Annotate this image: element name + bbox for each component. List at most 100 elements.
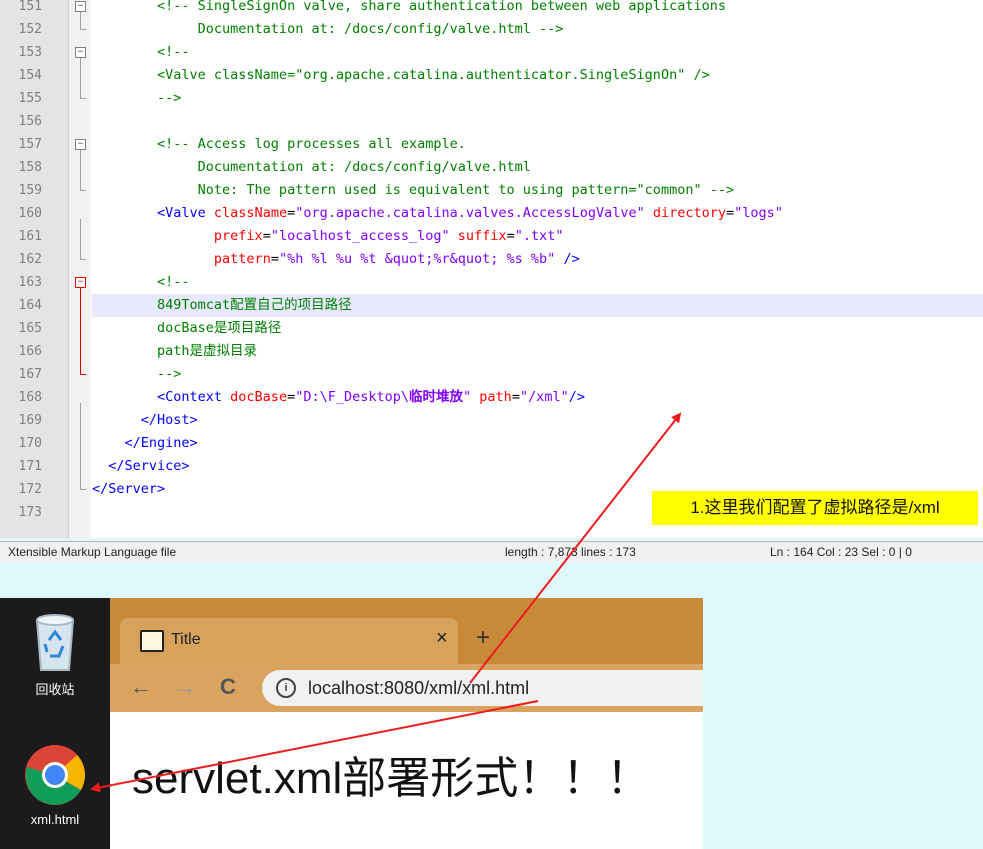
code-token: "localhost_access_log" (270, 228, 450, 244)
code-token: --> (92, 90, 182, 106)
code-token: </Service> (92, 458, 190, 474)
code-token: docBase是项目路径 (92, 320, 282, 336)
code-token: Documentation at: /docs/config/valve.htm… (92, 159, 531, 175)
line-number: 165 (18, 321, 42, 336)
code-token: <Valve (92, 205, 214, 221)
browser-tab[interactable]: Title × (120, 618, 458, 664)
editor-status-bar: Xtensible Markup Language file length : … (0, 541, 983, 562)
url-text[interactable]: localhost:8080/xml/xml.html (308, 678, 529, 699)
fold-end (80, 259, 86, 260)
tab-title: Title (171, 631, 201, 648)
code-token: "%h %l %u %t &quot;%r&quot; %s %b" (278, 251, 556, 267)
line-number: 173 (18, 505, 42, 520)
fold-toggle[interactable]: − (75, 139, 86, 150)
code-line[interactable]: docBase是项目路径 (92, 317, 983, 340)
fold-line (80, 219, 81, 259)
browser-window: Title × + ← → C i localhost:8080/xml/xml… (110, 598, 703, 849)
fold-toggle[interactable]: − (75, 1, 86, 12)
line-number: 161 (18, 229, 42, 244)
code-line[interactable]: <!-- (92, 41, 983, 64)
line-number: 163 (18, 275, 42, 290)
line-number: 154 (18, 68, 42, 83)
code-line[interactable]: <!-- (92, 271, 983, 294)
line-number: 152 (18, 22, 42, 37)
code-line[interactable]: </Service> (92, 455, 983, 478)
code-token: = (287, 389, 296, 405)
line-number: 156 (18, 114, 42, 129)
chrome-file-shortcut[interactable]: xml.html (0, 743, 110, 827)
code-token: <Valve className="org.apache.catalina.au… (92, 67, 710, 83)
code-token: <!-- SingleSignOn valve, share authentic… (92, 0, 726, 14)
code-line[interactable]: </Host> (92, 409, 983, 432)
line-number: 157 (18, 137, 42, 152)
line-number: 164 (18, 298, 42, 313)
status-length: length : 7,873 lines : 173 (505, 545, 636, 559)
code-editor[interactable]: 151 152 153 154 155 156 157 158 159 160 161 162 163 1… (0, 0, 983, 538)
code-line[interactable]: <Context docBase="D:\F_Desktop\临时堆放" pat… (92, 386, 983, 409)
annotation-note: 1.这里我们配置了虚拟路径是/xml (652, 491, 978, 525)
fold-end (80, 374, 86, 375)
fold-toggle[interactable]: − (75, 277, 86, 288)
code-token: <!-- (92, 44, 190, 60)
close-tab-button[interactable]: × (436, 627, 448, 650)
code-token: 849Tomcat配置自己的项目路径 (92, 297, 352, 313)
back-button[interactable]: ← (130, 674, 152, 700)
code-token: path (479, 389, 512, 405)
line-number: 168 (18, 390, 42, 405)
line-number: 167 (18, 367, 42, 382)
address-bar[interactable]: i localhost:8080/xml/xml.html (262, 670, 703, 706)
code-line[interactable]: --> (92, 87, 983, 110)
code-line[interactable]: Note: The pattern used is equivalent to … (92, 179, 983, 202)
code-token: /> (555, 251, 580, 267)
code-line[interactable]: <!-- Access log processes all example. (92, 133, 983, 156)
line-number: 169 (18, 413, 42, 428)
code-line[interactable]: <Valve className="org.apache.catalina.va… (92, 202, 983, 225)
code-token: </Engine> (92, 435, 198, 451)
line-number: 172 (18, 482, 42, 497)
new-tab-button[interactable]: + (476, 624, 490, 652)
fold-line (80, 12, 81, 29)
code-line[interactable]: 849Tomcat配置自己的项目路径 (92, 294, 983, 317)
code-token: = (287, 205, 296, 221)
code-line[interactable]: pattern="%h %l %u %t &quot;%r&quot; %s %… (92, 248, 983, 271)
fold-toggle[interactable]: − (75, 47, 86, 58)
line-number: 162 (18, 252, 42, 267)
fold-end (80, 190, 86, 191)
fold-line (80, 150, 81, 190)
code-token: className (213, 205, 288, 221)
line-number-gutter: 151 152 153 154 155 156 157 158 159 160 161 162 163 1… (0, 0, 69, 538)
code-token: ".txt" (514, 228, 564, 244)
reload-button[interactable]: C (220, 674, 236, 700)
code-line[interactable]: path是虚拟目录 (92, 340, 983, 363)
code-token: suffix (457, 228, 507, 244)
code-token: --> (92, 366, 182, 382)
code-line[interactable]: --> (92, 363, 983, 386)
code-token: "/xml" (519, 389, 569, 405)
code-line[interactable] (92, 110, 983, 133)
code-line[interactable]: prefix="localhost_access_log" suffix=".t… (92, 225, 983, 248)
code-line[interactable]: <Valve className="org.apache.catalina.au… (92, 64, 983, 87)
code-token: pattern (213, 251, 271, 267)
chrome-file-label: xml.html (30, 812, 80, 827)
code-line[interactable]: Documentation at: /docs/config/valve.htm… (92, 156, 983, 179)
status-file-type: Xtensible Markup Language file (8, 545, 177, 559)
code-token: <!-- (92, 274, 190, 290)
info-icon[interactable]: i (276, 678, 296, 698)
code-token: </Server> (92, 481, 166, 497)
line-number: 166 (18, 344, 42, 359)
code-token: "org.apache.catalina.valves.AccessLogVal… (295, 205, 645, 221)
line-number: 158 (18, 160, 42, 175)
code-line[interactable]: Documentation at: /docs/config/valve.htm… (92, 18, 983, 41)
code-line[interactable]: </Engine> (92, 432, 983, 455)
recycle-bin[interactable]: 回收站 (0, 610, 110, 698)
line-number: 151 (18, 0, 42, 14)
code-line[interactable]: <!-- SingleSignOn valve, share authentic… (92, 0, 983, 18)
code-token: Documentation at: /docs/config/valve.htm… (92, 21, 564, 37)
code-token: = (511, 389, 520, 405)
forward-button[interactable]: → (174, 674, 196, 700)
code-token: path是虚拟目录 (92, 343, 258, 359)
code-token: docBase (230, 389, 288, 405)
